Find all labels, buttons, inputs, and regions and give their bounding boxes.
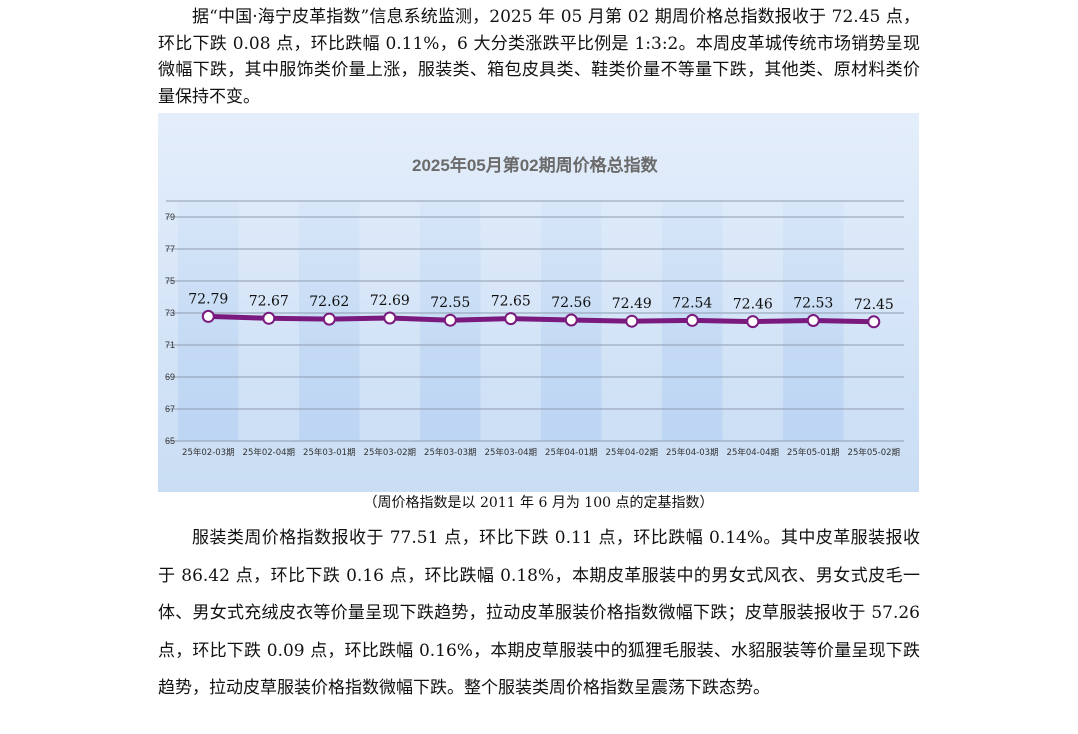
data-point (443, 313, 457, 327)
data-label: 72.45 (854, 297, 894, 313)
data-label: 72.79 (188, 291, 228, 307)
x-tick-label: 25年04-02期 (606, 447, 659, 458)
x-tick-label: 25年05-02期 (848, 447, 901, 458)
data-label: 72.62 (309, 294, 349, 310)
y-tick-label: 77 (165, 244, 175, 254)
y-tick-label: 75 (165, 276, 175, 286)
data-label: 72.56 (551, 295, 591, 311)
chart-svg: 65 67 69 71 73 75 77 79 25年02-03期 25年02-04期 25年03… (158, 113, 919, 492)
y-tick-label: 65 (165, 436, 175, 446)
data-point (806, 314, 820, 327)
y-tick-label: 67 (165, 404, 175, 414)
data-label: 72.54 (672, 295, 712, 311)
data-point (867, 315, 881, 329)
x-tick-label: 25年04-04期 (727, 447, 780, 458)
chart-title: 2025年05月第02期周价格总指数 (412, 155, 659, 175)
x-tick-label: 25年03-02期 (364, 447, 417, 458)
y-tick-label: 71 (165, 340, 175, 350)
y-tick-label: 73 (165, 308, 175, 318)
weekly-price-index-chart: 65 67 69 71 73 75 77 79 25年02-03期 25年02-04期 25年03… (158, 113, 919, 492)
y-tick-label: 79 (165, 212, 175, 222)
data-label: 72.67 (249, 293, 289, 309)
data-point (504, 312, 518, 326)
data-point (322, 312, 336, 326)
data-point (625, 314, 639, 328)
x-tick-label: 25年05-01期 (787, 447, 840, 458)
intro-paragraph: 据“中国·海宁皮革指数”信息系统监测，2025 年 05 月第 02 期周价格总… (158, 7, 920, 107)
data-point (746, 315, 760, 329)
data-label: 72.69 (370, 293, 410, 309)
data-point (201, 309, 215, 323)
x-tick-label: 25年02-04期 (243, 447, 296, 458)
x-tick-label: 25年04-01期 (545, 447, 598, 458)
data-point (383, 311, 397, 325)
x-tick-label: 25年03-01期 (303, 447, 356, 458)
data-label: 72.55 (430, 295, 470, 311)
data-label: 72.53 (793, 296, 833, 312)
body-paragraph: 服装类周价格指数报收于 77.51 点，环比下跌 0.11 点，环比跌幅 0.1… (158, 528, 920, 698)
data-label: 72.49 (612, 296, 652, 312)
x-tick-label: 25年02-03期 (182, 447, 235, 458)
y-tick-label: 69 (165, 372, 175, 382)
data-label: 72.65 (491, 294, 531, 310)
x-tick-label: 25年03-03期 (424, 447, 477, 458)
x-tick-label: 25年03-04期 (485, 447, 538, 458)
data-point (262, 311, 276, 325)
x-tick-label: 25年04-03期 (666, 447, 719, 458)
chart-caption: （周价格指数是以 2011 年 6 月为 100 点的定基指数） (363, 495, 714, 511)
data-point (685, 313, 699, 327)
data-point (564, 313, 578, 327)
data-label: 72.46 (733, 297, 773, 313)
